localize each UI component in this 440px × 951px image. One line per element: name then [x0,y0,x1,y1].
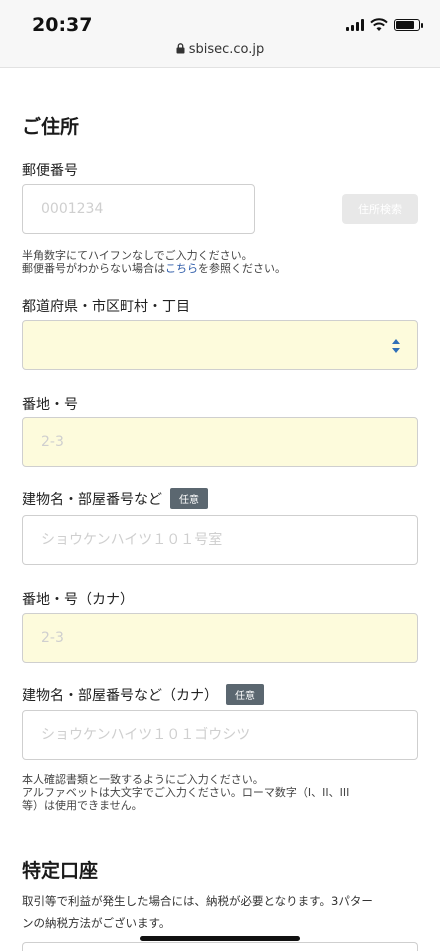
postal-input[interactable] [41,201,254,217]
kana-note-line1: 本人確認書類と一致するようにご入力ください。 [22,773,264,786]
postal-help-line1: 半角数字にてハイフンなしでご入力ください。 [22,249,253,262]
address-search-button[interactable]: 住所検索 [342,194,418,224]
street-kana-field[interactable] [22,613,418,663]
postal-field[interactable] [22,184,255,234]
building-kana-input[interactable] [41,727,417,743]
street-kana-input[interactable] [41,630,417,646]
building-field[interactable] [22,515,418,565]
building-kana-label-text: 建物名・部屋番号など（カナ） [22,687,218,704]
kana-note-line3: 等）は使用できません。 [22,799,143,812]
status-bar: 20:37 sbisec.co.jp [0,0,440,68]
street-input[interactable] [41,434,417,450]
street-label-text: 番地・号 [22,397,78,413]
status-time: 20:37 [32,14,93,36]
prefecture-select[interactable] [22,320,418,370]
up-down-arrows-icon [392,339,400,353]
next-field-edge [22,942,418,951]
optional-badge: 任意 [170,488,208,509]
street-kana-label: 番地・号（カナ） [22,589,134,609]
url-bar[interactable]: sbisec.co.jp [0,42,440,57]
tokutei-description: 取引等で利益が発生した場合には、納税が必要となります。3パター ンの納税方法がご… [22,890,422,934]
postal-help-line2: 郵便番号がわからない場合はこちらを参照ください。 [22,262,422,275]
postal-help-before: 郵便番号がわからない場合は [22,262,165,275]
building-kana-label: 建物名・部屋番号など（カナ） 任意 [22,684,264,705]
address-heading: ご住所 [22,116,80,138]
tokutei-heading: 特定口座 [22,860,99,882]
building-label: 建物名・部屋番号など 任意 [22,488,208,509]
wifi-icon [370,18,388,31]
kana-note: 本人確認書類と一致するようにご入力ください。 アルファベットは大文字でご入力くだ… [22,773,422,812]
tokutei-desc-line1: 取引等で利益が発生した場合には、納税が必要となります。3パター [22,894,373,908]
postal-label-text: 郵便番号 [22,163,78,179]
postal-label: 郵便番号 [22,160,78,180]
street-field[interactable] [22,417,418,467]
street-kana-label-text: 番地・号（カナ） [22,592,134,608]
status-icons [346,18,423,32]
lock-icon [176,43,185,54]
postal-help-link[interactable]: こちら [165,262,198,275]
optional-badge: 任意 [226,684,264,705]
kana-note-line2: アルファベットは大文字でご入力ください。ローマ数字（I、II、III [22,786,350,799]
street-label: 番地・号 [22,394,78,414]
building-label-text: 建物名・部屋番号など [22,491,162,508]
battery-icon [394,19,423,31]
building-input[interactable] [41,532,417,548]
tokutei-desc-line2: ンの納税方法がございます。 [22,916,171,930]
postal-help-after: を参照ください。 [198,262,286,275]
home-indicator[interactable] [140,936,300,941]
signal-icon [346,19,364,31]
prefecture-label: 都道府県・市区町村・丁目 [22,296,190,316]
prefecture-label-text: 都道府県・市区町村・丁目 [22,299,190,315]
building-kana-field[interactable] [22,710,418,760]
postal-help: 半角数字にてハイフンなしでご入力ください。 郵便番号がわからない場合はこちらを参… [22,249,422,275]
url-text: sbisec.co.jp [188,42,265,57]
